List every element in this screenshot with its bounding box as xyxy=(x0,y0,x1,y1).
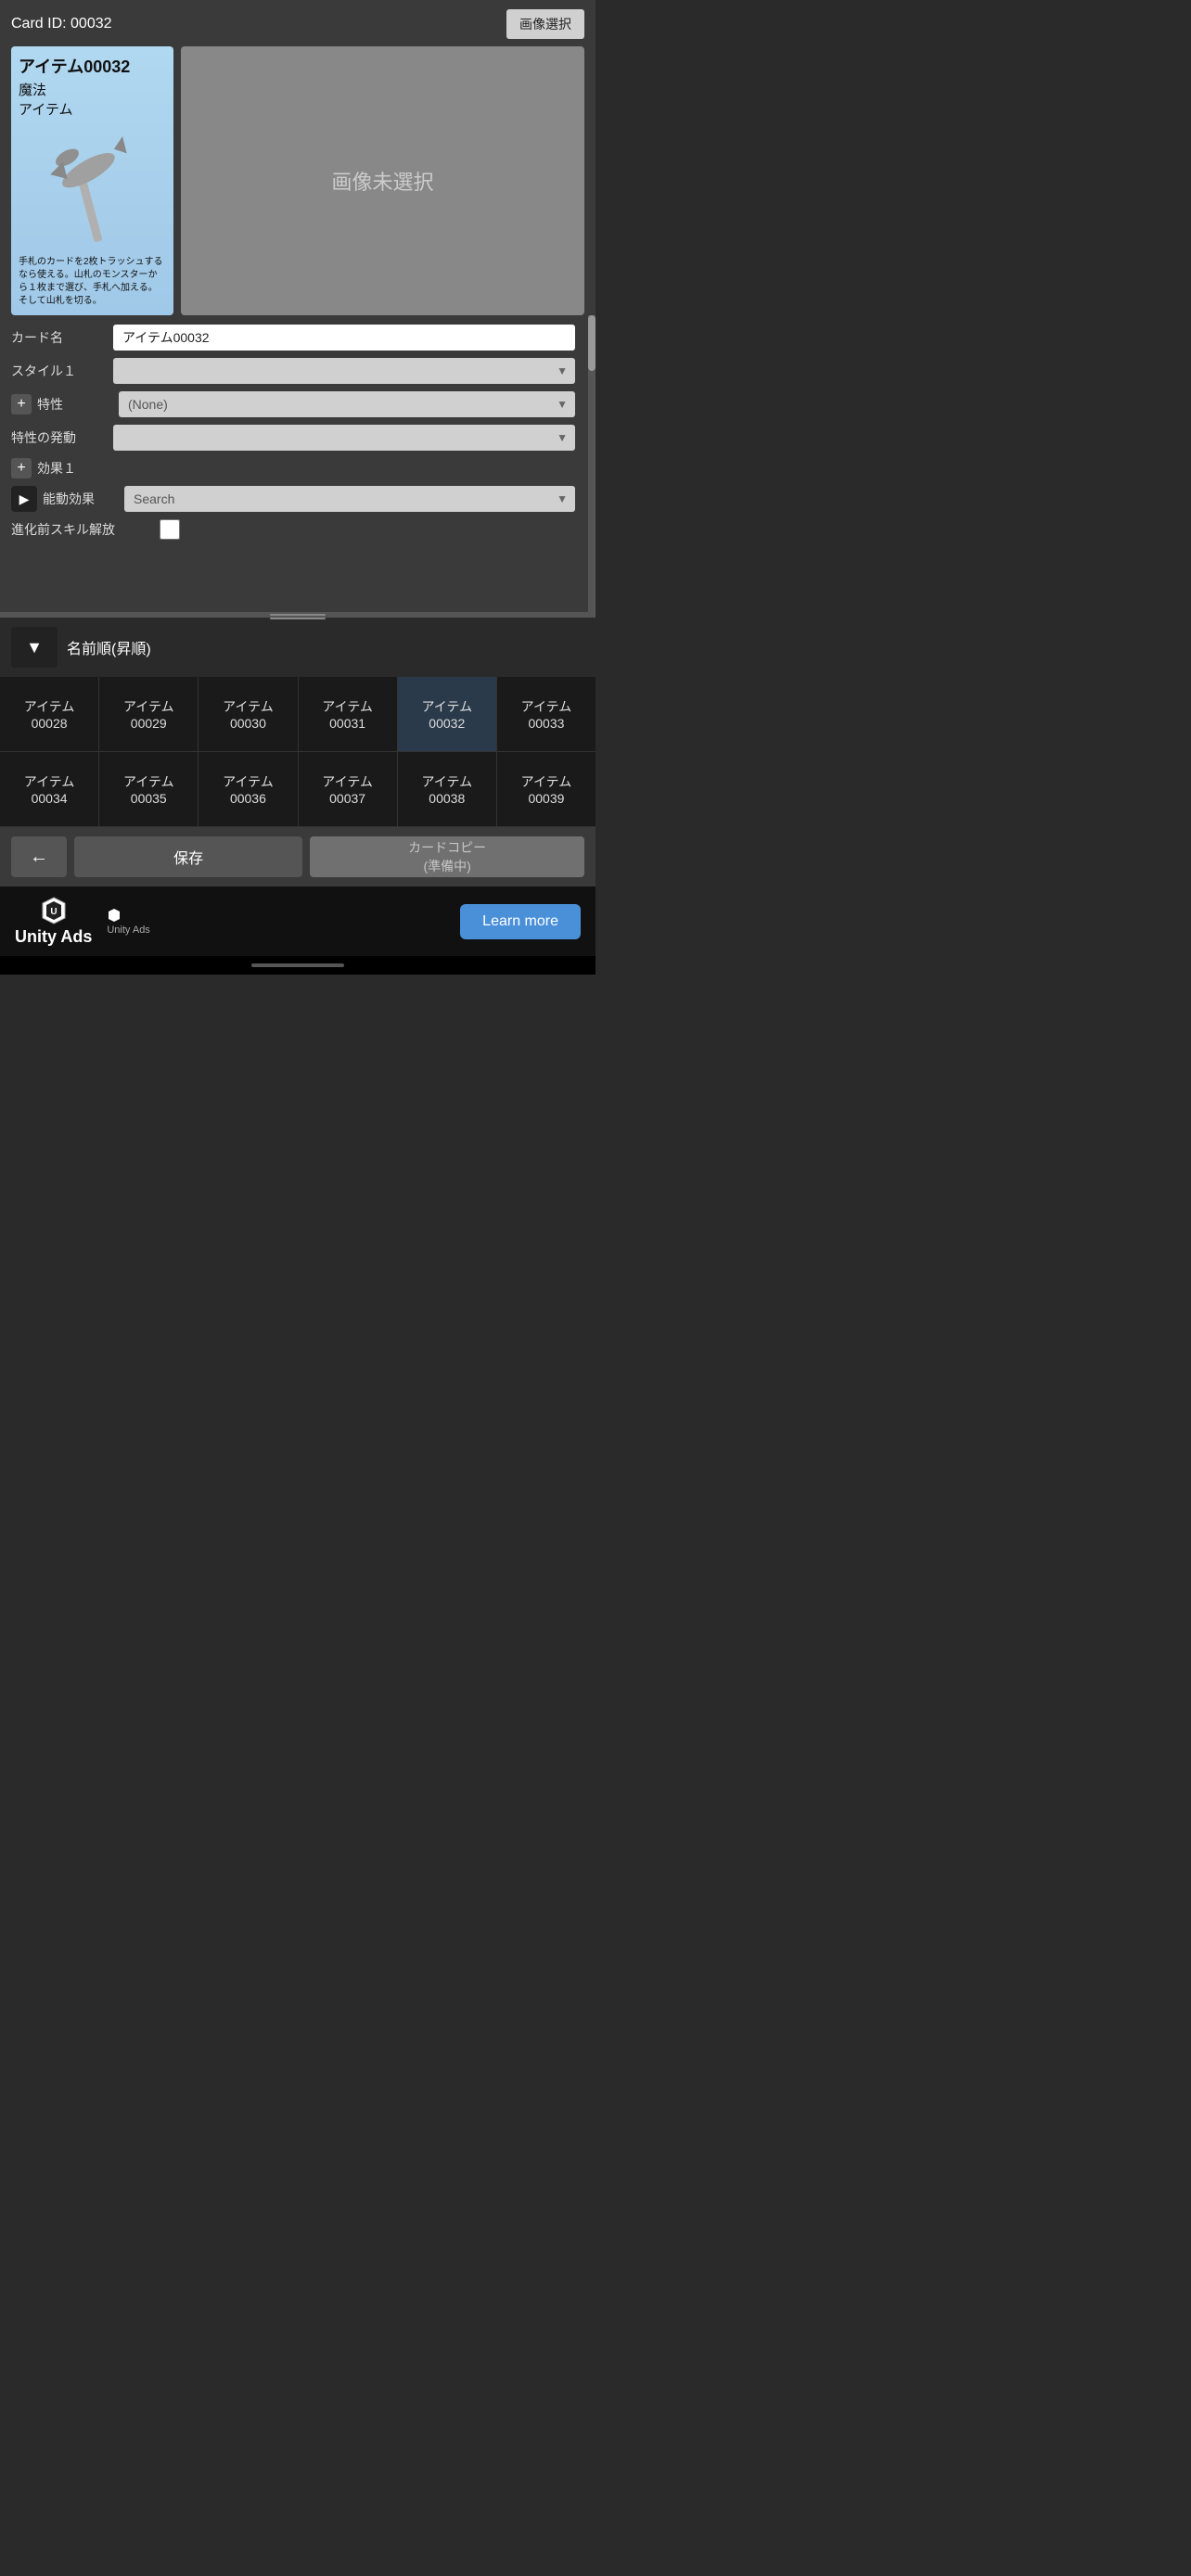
scrollbar-thumb[interactable] xyxy=(588,315,596,371)
grid-cell-00030[interactable]: アイテム00030 xyxy=(198,677,298,751)
sort-dropdown-arrow-icon: ▼ xyxy=(26,638,43,657)
style1-row: スタイル１ ▼ xyxy=(11,358,584,384)
unity-shield-icon: U xyxy=(39,896,69,925)
copy-button[interactable]: カードコピー(準備中) xyxy=(310,836,584,877)
trait-trigger-select[interactable] xyxy=(113,425,575,451)
grid-cell-00036[interactable]: アイテム00036 xyxy=(198,752,298,826)
trait-trigger-select-wrapper: ▼ xyxy=(113,425,575,451)
top-section: Card ID: 00032 画像選択 アイテム00032 魔法 アイテム xyxy=(0,0,596,315)
sort-bar: ▼ 名前順(昇順) xyxy=(0,618,596,677)
card-preview-title: アイテム00032 xyxy=(19,54,166,78)
trait-trigger-label: 特性の発動 xyxy=(11,428,113,447)
card-preview-row: アイテム00032 魔法 アイテム 手札のカードを2枚トラッシュするなら使える。… xyxy=(11,46,584,315)
card-image-area xyxy=(19,122,166,252)
image-unselected-area: 画像未選択 xyxy=(181,46,584,315)
trait-plus-button[interactable]: + xyxy=(11,394,32,414)
passive-effect-label: 能動効果 xyxy=(43,490,124,508)
card-preview: アイテム00032 魔法 アイテム 手札のカードを2枚トラッシュするなら使える。… xyxy=(11,46,173,315)
unity-logo-area: U Unity Ads xyxy=(15,896,92,947)
ad-banner: U Unity Ads Unity Ads Learn more xyxy=(0,886,596,956)
svg-text:U: U xyxy=(50,907,57,917)
grid-cell-00029[interactable]: アイテム00029 xyxy=(99,677,198,751)
passive-effect-select[interactable]: Search xyxy=(124,486,575,512)
grid-cell-00037[interactable]: アイテム00037 xyxy=(299,752,398,826)
grid-cell-00031[interactable]: アイテム00031 xyxy=(299,677,398,751)
grid-cell-00032[interactable]: アイテム00032 xyxy=(398,677,497,751)
effect1-plus-button[interactable]: + xyxy=(11,458,32,478)
card-header: Card ID: 00032 画像選択 xyxy=(11,9,584,39)
back-button[interactable]: ← xyxy=(11,836,67,877)
home-bar xyxy=(251,963,344,967)
sort-label: 名前順(昇順) xyxy=(67,636,151,658)
skill-release-row: 進化前スキル解放 xyxy=(11,519,584,540)
effect1-row: + 効果１ xyxy=(11,458,584,478)
trait-trigger-row: 特性の発動 ▼ xyxy=(11,425,584,451)
learn-more-button[interactable]: Learn more xyxy=(460,904,581,939)
effect1-label: 効果１ xyxy=(37,459,119,478)
unity-sub-label: Unity Ads xyxy=(107,925,149,936)
image-unselected-text: 画像未選択 xyxy=(331,166,433,196)
grid-cell-00033[interactable]: アイテム00033 xyxy=(497,677,596,751)
trait-label: 特性 xyxy=(37,395,119,414)
skill-release-checkbox[interactable] xyxy=(160,519,180,540)
unity-small-icon xyxy=(107,908,122,923)
divider-line-2 xyxy=(270,614,326,616)
card-grid: アイテム00028 アイテム00029 アイテム00030 アイテム00031 … xyxy=(0,677,596,827)
passive-effect-play-button[interactable]: ▶ xyxy=(11,486,37,512)
form-section: カード名 スタイル１ ▼ + 特性 (None) ▼ 特性の発動 ▼ xyxy=(0,315,596,612)
grid-cell-00028[interactable]: アイテム00028 xyxy=(0,677,99,751)
card-preview-description: 手札のカードを2枚トラッシュするなら使える。山札のモンスターから１枚まで選び、手… xyxy=(19,256,166,308)
grid-cell-00035[interactable]: アイテム00035 xyxy=(99,752,198,826)
card-preview-type1: 魔法 xyxy=(19,80,166,99)
passive-effect-row: ▶ 能動効果 Search ▼ xyxy=(11,486,584,512)
home-indicator xyxy=(0,956,596,975)
card-id-label: Card ID: 00032 xyxy=(11,16,112,32)
back-arrow-icon: ← xyxy=(30,847,48,868)
style1-select-wrapper: ▼ xyxy=(113,358,575,384)
card-name-row: カード名 xyxy=(11,325,584,351)
grid-cell-00034[interactable]: アイテム00034 xyxy=(0,752,99,826)
grid-cell-00039[interactable]: アイテム00039 xyxy=(497,752,596,826)
trait-row: + 特性 (None) ▼ xyxy=(11,391,584,417)
style1-select[interactable] xyxy=(113,358,575,384)
unity-sub-area: Unity Ads xyxy=(107,908,149,936)
sort-dropdown-button[interactable]: ▼ xyxy=(11,627,58,668)
scrollbar[interactable] xyxy=(588,315,596,612)
trait-select-wrapper: (None) ▼ xyxy=(119,391,575,417)
grid-cell-00038[interactable]: アイテム00038 xyxy=(398,752,497,826)
pickaxe-icon xyxy=(42,127,144,248)
save-button[interactable]: 保存 xyxy=(74,836,302,877)
grid-row-2: アイテム00034 アイテム00035 アイテム00036 アイテム00037 … xyxy=(0,752,596,827)
passive-effect-select-wrapper: Search ▼ xyxy=(124,486,575,512)
style1-label: スタイル１ xyxy=(11,362,113,380)
card-name-label: カード名 xyxy=(11,328,113,347)
empty-space xyxy=(11,547,584,603)
unity-ads-label: Unity Ads xyxy=(15,927,92,947)
skill-release-label: 進化前スキル解放 xyxy=(11,520,160,539)
copy-label: カードコピー(準備中) xyxy=(408,840,486,874)
image-select-button[interactable]: 画像選択 xyxy=(506,9,584,39)
card-name-input[interactable] xyxy=(113,325,575,351)
trait-select[interactable]: (None) xyxy=(119,391,575,417)
grid-row-1: アイテム00028 アイテム00029 アイテム00030 アイテム00031 … xyxy=(0,677,596,752)
bottom-bar: ← 保存 カードコピー(準備中) xyxy=(0,827,596,886)
card-preview-type2: アイテム xyxy=(19,99,166,119)
divider-line-3 xyxy=(270,618,326,619)
